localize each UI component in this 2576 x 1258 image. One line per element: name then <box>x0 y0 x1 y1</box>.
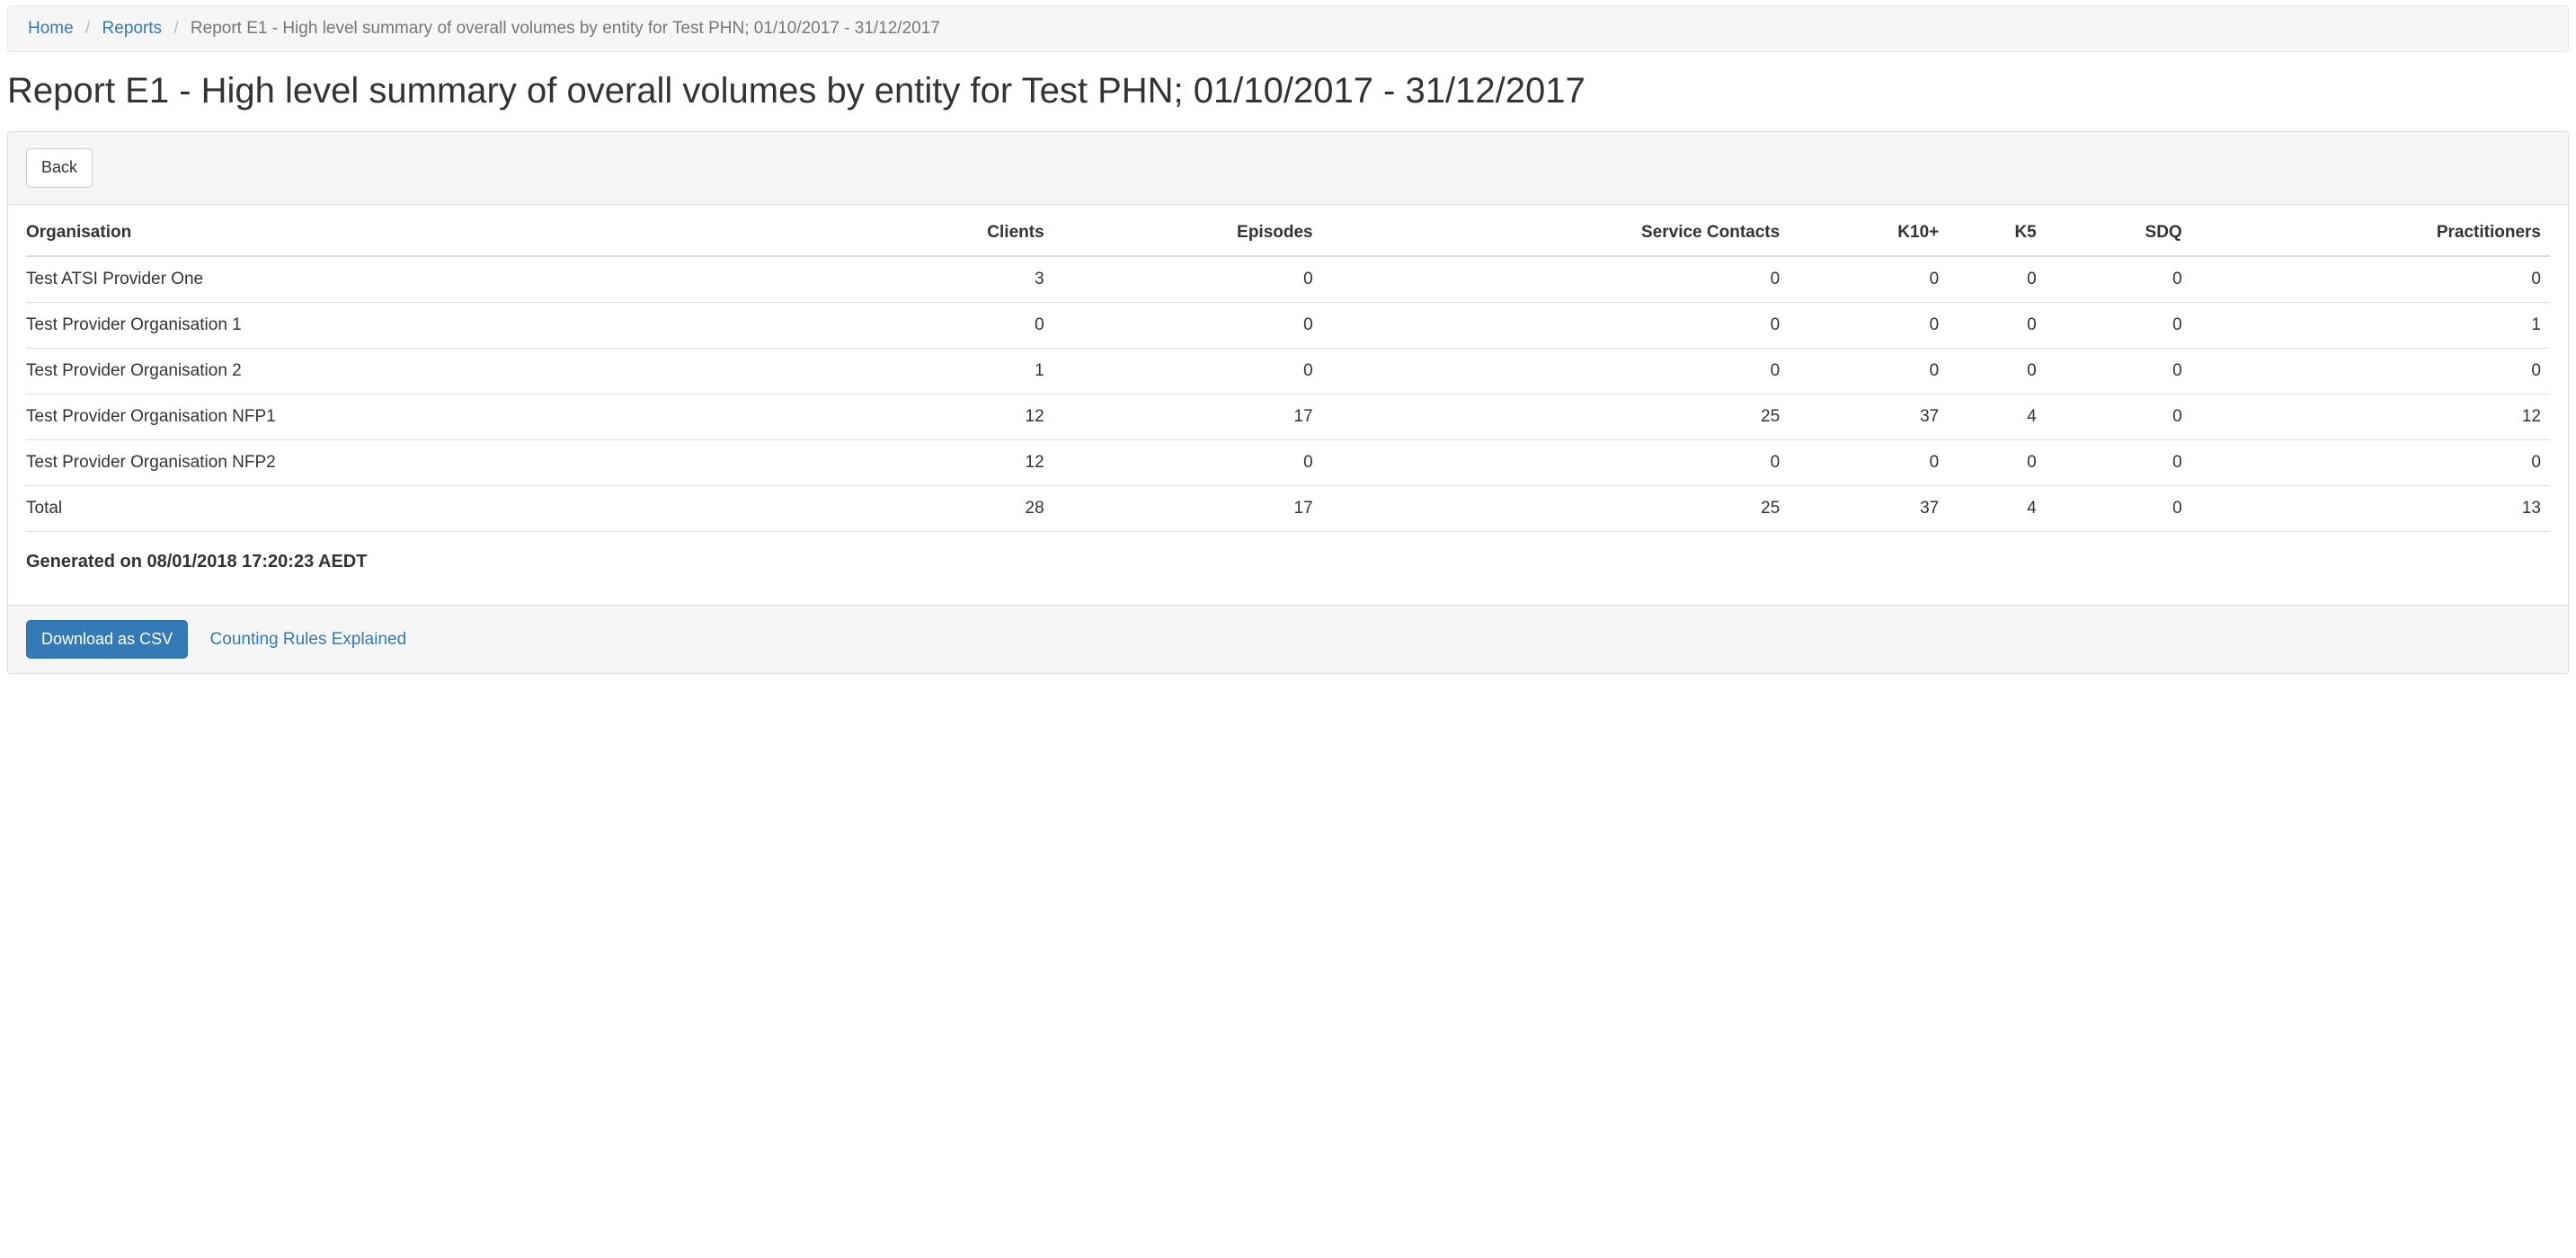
cell-k10plus: 0 <box>1789 256 1948 303</box>
cell-episodes: 0 <box>1053 256 1322 303</box>
cell-k10plus: 0 <box>1789 348 1948 394</box>
panel-header: Back <box>8 132 2568 205</box>
table-row: Test Provider Organisation 21000000 <box>26 348 2550 394</box>
back-button[interactable]: Back <box>26 148 93 188</box>
col-k5: K5 <box>1948 210 2046 256</box>
cell-sdq: 0 <box>2046 302 2191 348</box>
cell-episodes: 17 <box>1053 394 1322 439</box>
cell-clients: 12 <box>845 394 1053 439</box>
generated-timestamp: Generated on 08/01/2018 17:20:23 AEDT <box>26 552 2550 572</box>
cell-clients: 1 <box>845 348 1053 394</box>
cell-k5: 0 <box>1948 348 2046 394</box>
cell-sdq: 0 <box>2046 394 2191 439</box>
cell-organisation: Test Provider Organisation NFP2 <box>26 439 845 485</box>
cell-sdq: 0 <box>2046 439 2191 485</box>
cell-practitioners: 0 <box>2191 439 2550 485</box>
cell-organisation: Total <box>26 485 845 531</box>
cell-k5: 0 <box>1948 256 2046 303</box>
report-table: Organisation Clients Episodes Service Co… <box>26 210 2550 532</box>
cell-service_contacts: 0 <box>1322 439 1790 485</box>
cell-service_contacts: 0 <box>1322 256 1790 303</box>
breadcrumb: Home / Reports / Report E1 - High level … <box>7 5 2569 52</box>
cell-organisation: Test Provider Organisation 1 <box>26 302 845 348</box>
cell-episodes: 0 <box>1053 302 1322 348</box>
cell-k5: 0 <box>1948 439 2046 485</box>
col-sdq: SDQ <box>2046 210 2191 256</box>
panel-body: Organisation Clients Episodes Service Co… <box>8 205 2568 605</box>
cell-organisation: Test Provider Organisation NFP1 <box>26 394 845 439</box>
cell-clients: 3 <box>845 256 1053 303</box>
breadcrumb-separator: / <box>166 19 185 38</box>
cell-practitioners: 1 <box>2191 302 2550 348</box>
cell-k10plus: 0 <box>1789 302 1948 348</box>
table-row: Test ATSI Provider One3000000 <box>26 256 2550 303</box>
cell-sdq: 0 <box>2046 348 2191 394</box>
cell-k5: 4 <box>1948 485 2046 531</box>
counting-rules-link[interactable]: Counting Rules Explained <box>210 630 407 649</box>
cell-k10plus: 0 <box>1789 439 1948 485</box>
cell-practitioners: 0 <box>2191 256 2550 303</box>
cell-service_contacts: 0 <box>1322 302 1790 348</box>
cell-practitioners: 12 <box>2191 394 2550 439</box>
cell-service_contacts: 0 <box>1322 348 1790 394</box>
breadcrumb-reports-link[interactable]: Reports <box>102 19 163 38</box>
cell-service_contacts: 25 <box>1322 485 1790 531</box>
download-csv-button[interactable]: Download as CSV <box>26 620 188 660</box>
table-row: Total281725374013 <box>26 485 2550 531</box>
cell-episodes: 17 <box>1053 485 1322 531</box>
cell-practitioners: 0 <box>2191 348 2550 394</box>
cell-clients: 0 <box>845 302 1053 348</box>
page-title: Report E1 - High level summary of overal… <box>7 68 2569 113</box>
table-row: Test Provider Organisation NFP212000000 <box>26 439 2550 485</box>
table-header-row: Organisation Clients Episodes Service Co… <box>26 210 2550 256</box>
table-row: Test Provider Organisation 10000001 <box>26 302 2550 348</box>
cell-sdq: 0 <box>2046 485 2191 531</box>
cell-clients: 12 <box>845 439 1053 485</box>
cell-episodes: 0 <box>1053 439 1322 485</box>
cell-k5: 4 <box>1948 394 2046 439</box>
cell-service_contacts: 25 <box>1322 394 1790 439</box>
col-service-contacts: Service Contacts <box>1322 210 1790 256</box>
cell-sdq: 0 <box>2046 256 2191 303</box>
cell-k5: 0 <box>1948 302 2046 348</box>
col-clients: Clients <box>845 210 1053 256</box>
cell-organisation: Test ATSI Provider One <box>26 256 845 303</box>
cell-episodes: 0 <box>1053 348 1322 394</box>
breadcrumb-current: Report E1 - High level summary of overal… <box>191 19 940 38</box>
table-row: Test Provider Organisation NFP1121725374… <box>26 394 2550 439</box>
cell-practitioners: 13 <box>2191 485 2550 531</box>
col-organisation: Organisation <box>26 210 845 256</box>
breadcrumb-home-link[interactable]: Home <box>28 19 74 38</box>
cell-k10plus: 37 <box>1789 485 1948 531</box>
col-episodes: Episodes <box>1053 210 1322 256</box>
panel-footer: Download as CSV Counting Rules Explained <box>8 605 2568 674</box>
cell-organisation: Test Provider Organisation 2 <box>26 348 845 394</box>
report-panel: Back Organisation Clients Episodes Servi… <box>7 131 2569 674</box>
cell-clients: 28 <box>845 485 1053 531</box>
breadcrumb-separator: / <box>78 19 97 38</box>
cell-k10plus: 37 <box>1789 394 1948 439</box>
col-practitioners: Practitioners <box>2191 210 2550 256</box>
col-k10plus: K10+ <box>1789 210 1948 256</box>
